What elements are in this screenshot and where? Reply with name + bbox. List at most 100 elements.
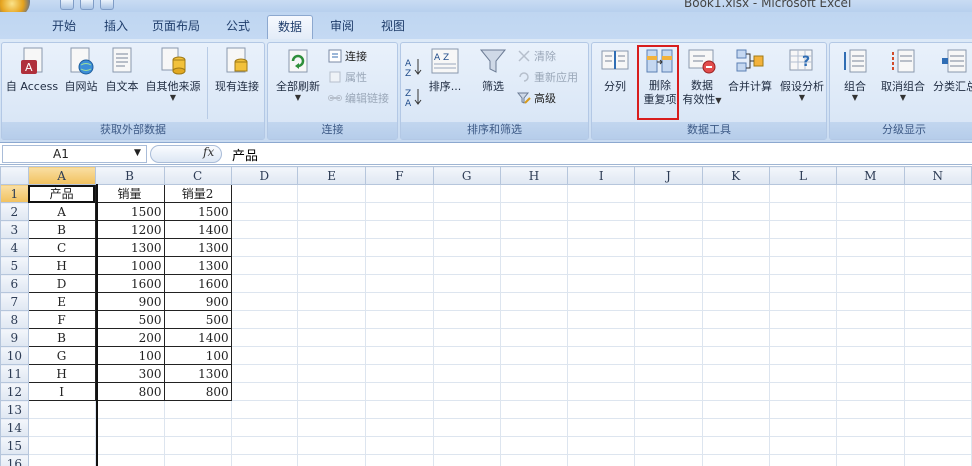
cell[interactable] [432,400,501,419]
cell[interactable] [27,418,96,437]
cell[interactable] [634,274,703,293]
cell[interactable] [701,382,770,401]
cell[interactable] [836,400,905,419]
cell[interactable] [903,202,972,221]
cell[interactable] [499,382,569,401]
cell[interactable] [432,238,501,257]
clear-filter-button[interactable]: 清除 [517,47,556,65]
cell[interactable] [701,202,770,221]
data-validation-button[interactable]: 数据 有效性▼ [680,46,724,107]
cell[interactable] [432,436,501,455]
cell[interactable]: 销量2 [163,184,232,203]
cell[interactable] [634,346,703,365]
cell[interactable] [296,400,367,419]
cell[interactable] [634,292,703,311]
cell[interactable] [634,364,703,383]
cell[interactable] [296,364,367,383]
cell[interactable] [296,274,367,293]
cell[interactable] [432,202,501,221]
from-text-button[interactable]: 自文本 [102,46,142,94]
cell[interactable] [634,418,703,437]
cell[interactable] [768,400,838,419]
row-header[interactable]: 14 [0,418,29,437]
tab-formulas[interactable]: 公式 [214,15,262,39]
cell[interactable] [432,364,501,383]
cell[interactable] [567,292,636,311]
cell[interactable] [768,346,838,365]
cell[interactable]: 1400 [163,328,232,347]
cell[interactable] [701,346,770,365]
cell[interactable]: C [27,238,96,257]
cell[interactable] [163,400,232,419]
cell[interactable] [903,184,972,203]
row-header[interactable]: 16 [0,454,29,466]
column-header[interactable]: I [567,166,636,185]
cell[interactable] [634,454,703,466]
cell[interactable]: 1500 [94,202,165,221]
cell[interactable] [701,436,770,455]
cell[interactable] [903,346,972,365]
properties-button[interactable]: 属性 [328,68,367,86]
cell[interactable] [903,328,972,347]
cell[interactable] [836,418,905,437]
row-header[interactable]: 15 [0,436,29,455]
cell[interactable] [94,400,165,419]
cell[interactable] [701,400,770,419]
cell[interactable] [230,454,298,466]
cell[interactable] [365,436,434,455]
cell[interactable] [94,436,165,455]
cell[interactable] [768,274,838,293]
column-header[interactable]: B [94,166,165,185]
cell[interactable]: 1300 [163,364,232,383]
cell[interactable] [230,382,298,401]
cell[interactable] [296,346,367,365]
cell[interactable] [27,454,96,466]
column-header[interactable]: F [365,166,434,185]
qat-customize-icon[interactable] [100,0,114,10]
row-header[interactable]: 12 [0,382,29,401]
cell[interactable] [836,364,905,383]
cell[interactable] [499,274,569,293]
cell[interactable] [768,238,838,257]
cell[interactable] [230,202,298,221]
column-header[interactable]: C [163,166,232,185]
cell[interactable] [230,310,298,329]
cell[interactable] [499,418,569,437]
sort-button[interactable]: A Z 排序... [427,46,463,94]
cell[interactable] [634,382,703,401]
cell[interactable]: B [27,328,96,347]
cell[interactable] [296,382,367,401]
group-button[interactable]: 组合 ▼ [836,46,874,102]
from-other-sources-button[interactable]: 自其他来源 ▼ [142,46,204,102]
redo-icon[interactable] [80,0,94,10]
row-header[interactable]: 4 [0,238,29,257]
cell[interactable] [499,328,569,347]
from-access-button[interactable]: A 自 Access [4,46,60,94]
cell[interactable] [365,454,434,466]
cell[interactable] [903,310,972,329]
column-header[interactable]: E [296,166,367,185]
cell[interactable] [365,238,434,257]
cell[interactable] [163,436,232,455]
cell[interactable]: 500 [163,310,232,329]
cell[interactable] [836,184,905,203]
undo-icon[interactable] [60,0,74,10]
row-header[interactable]: 13 [0,400,29,419]
cell[interactable] [567,400,636,419]
cell[interactable] [634,220,703,239]
advanced-filter-button[interactable]: 高级 [516,89,556,107]
cell[interactable] [701,274,770,293]
row-header[interactable]: 9 [0,328,29,347]
column-header[interactable]: K [701,166,770,185]
cell[interactable] [903,382,972,401]
cell[interactable] [567,454,636,466]
cell[interactable] [836,256,905,275]
cell[interactable]: E [27,292,96,311]
cell[interactable] [768,364,838,383]
cell[interactable]: 300 [94,364,165,383]
cell[interactable] [836,346,905,365]
cell[interactable] [634,238,703,257]
column-header[interactable]: M [836,166,905,185]
cell[interactable]: H [27,364,96,383]
column-header[interactable]: D [230,166,298,185]
